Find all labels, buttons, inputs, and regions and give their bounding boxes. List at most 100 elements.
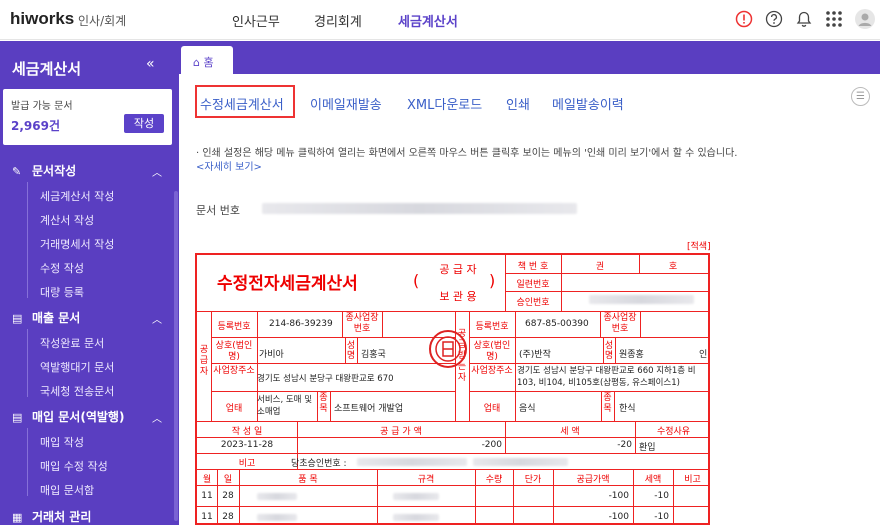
serial-label: 일련번호	[516, 280, 550, 290]
app-logo[interactable]: hiworks	[10, 9, 74, 29]
sidebar-section-label: 거래처 관리	[32, 510, 92, 524]
line-tax-header: 세액	[644, 475, 662, 485]
sidebar: 세금계산서 « 발급 가능 문서 2,969건 작성 ✎ 문서작성 ︿ 세금계산서…	[0, 41, 179, 525]
supplier-item: 소프트웨어 개발업	[334, 404, 404, 414]
alert-icon[interactable]	[735, 10, 753, 28]
subnav-mail-history[interactable]: 메일발송이력	[552, 94, 624, 113]
buyer-branch-label: 종사업장번호	[603, 313, 637, 334]
app-sub-title[interactable]: 인사/회계	[78, 12, 126, 29]
menu-icon[interactable]: ☰	[851, 87, 870, 106]
pencil-icon: ✎	[12, 165, 22, 178]
sidebar-section-label: 매출 문서	[32, 311, 81, 325]
sidebar-item-purchase-box[interactable]: 매입 문서함	[40, 482, 94, 498]
buyer-item-label: 종목	[603, 393, 612, 414]
line-1-item-redacted	[257, 493, 297, 500]
supplier-branch-label: 종사업장번호	[345, 313, 379, 334]
supplier-address: 경기도 성남시 분당구 대왕판교로 670	[257, 374, 394, 384]
supplier-biz-label: 업태	[225, 404, 243, 414]
sidebar-section-write[interactable]: ✎ 문서작성	[12, 162, 76, 179]
summary-supply-header: 공 급 가 액	[380, 427, 422, 437]
sidebar-scrollbar[interactable]	[174, 191, 178, 521]
apps-icon[interactable]	[825, 10, 843, 28]
supplier-rep: 김홍국	[361, 350, 386, 360]
line-supply-header: 공급가액	[576, 475, 610, 485]
summary-reason-header: 수정사유	[656, 427, 691, 437]
write-button[interactable]: 작성	[124, 114, 164, 133]
supplier-rep-label: 성명	[346, 341, 356, 361]
sidebar-item-purchase-modify[interactable]: 매입 수정 작성	[40, 458, 108, 474]
chevron-up-icon[interactable]: ︿	[152, 410, 162, 425]
note-redacted-2	[473, 458, 568, 466]
line-day-header: 일	[223, 475, 233, 485]
sidebar-section-partners[interactable]: ▦ 거래처 관리	[12, 508, 91, 525]
print-info-text: · 인쇄 설정은 해당 메뉴 클릭하여 열리는 화면에서 오른쪽 마우스 버튼 …	[196, 148, 738, 159]
subnav-resend-email[interactable]: 이메일재발송	[310, 94, 382, 113]
bell-icon[interactable]	[795, 10, 813, 28]
tree-line	[27, 329, 28, 397]
summary-tax-header: 세 액	[560, 427, 580, 437]
sidebar-item-modify-write[interactable]: 수정 작성	[40, 260, 84, 276]
sidebar-section-label: 문서작성	[32, 164, 77, 178]
supplier-item-label: 종목	[319, 393, 328, 414]
detail-link[interactable]: <자세히 보기>	[196, 162, 262, 173]
supplier-reg-label: 등록번호	[217, 322, 251, 332]
subnav-xml-download[interactable]: XML다운로드	[407, 94, 482, 113]
line-1-supply: -100	[608, 491, 629, 501]
building-icon: ▦	[12, 511, 23, 524]
line-2-item-redacted	[257, 514, 297, 521]
summary-date: 2023-11-28	[220, 440, 274, 450]
sidebar-item-bulk-register[interactable]: 대량 등록	[40, 284, 84, 300]
line-note-header: 비고	[684, 475, 701, 485]
print-info: · 인쇄 설정은 해당 메뉴 클릭하여 열리는 화면에서 오른쪽 마우스 버튼 …	[196, 147, 866, 175]
role-keep: 보 관 용	[439, 290, 477, 303]
subnav-modified-invoice[interactable]: 수정세금계산서	[200, 94, 284, 113]
nav-accounting[interactable]: 경리회계	[314, 11, 362, 30]
sidebar-item-invoice-write[interactable]: 계산서 작성	[40, 212, 94, 228]
sidebar-item-tax-invoice-write[interactable]: 세금계산서 작성	[40, 188, 114, 204]
buyer-seal-mark: 인	[699, 350, 708, 360]
supplier-name: 가비아	[259, 350, 284, 360]
top-bar: hiworks 인사/회계 인사근무 경리회계 세금계산서	[0, 0, 880, 40]
summary-date-header: 작 성 일	[231, 427, 263, 437]
tree-line	[27, 428, 28, 496]
sidebar-item-nts-sent[interactable]: 국세청 전송문서	[40, 383, 114, 399]
buyer-reg-label: 등록번호	[475, 322, 509, 332]
supplier-addr-label: 사업장주소	[213, 366, 255, 376]
line-2-supply: -100	[608, 512, 629, 522]
avatar[interactable]	[855, 9, 875, 29]
approval-label: 승인번호	[516, 298, 550, 308]
tab-home[interactable]: ⌂ 홈	[181, 46, 233, 74]
sidebar-item-reverse-pending[interactable]: 역발행대기 문서	[40, 359, 114, 375]
buyer-rep-label: 성명	[604, 341, 614, 361]
line-price-header: 단가	[524, 475, 542, 485]
sidebar-section-sales[interactable]: ▤ 매출 문서	[12, 309, 80, 326]
sidebar-section-purchase[interactable]: ▤ 매입 문서(역발행)	[12, 408, 124, 425]
supplier-reg-number: 214-86-39239	[269, 319, 333, 329]
buyer-rep: 원종홍	[619, 350, 644, 360]
invoice-title: 수정전자세금계산서	[217, 274, 358, 294]
line-2-day: 28	[222, 512, 234, 522]
invoice-form: 수정전자세금계산서 ( 공 급 자 보 관 용 ) 책 번 호 일련번호 승인번…	[195, 253, 710, 525]
doc-number-redacted	[262, 203, 577, 214]
issuable-count: 2,969건	[11, 119, 60, 133]
subnav-print[interactable]: 인쇄	[506, 94, 530, 113]
sidebar-item-purchase-write[interactable]: 매입 작성	[40, 434, 84, 450]
line-qty-header: 수량	[485, 475, 503, 485]
nav-hr[interactable]: 인사근무	[232, 11, 280, 30]
sidebar-item-completed[interactable]: 작성완료 문서	[40, 335, 104, 351]
buyer-name: (주)반작	[519, 350, 551, 360]
sidebar-title: 세금계산서	[12, 60, 82, 78]
tab-home-label: 홈	[203, 56, 214, 69]
line-1-spec-redacted	[393, 493, 439, 500]
sidebar-collapse-button[interactable]: «	[146, 56, 155, 72]
help-icon[interactable]	[765, 10, 783, 28]
line-1-tax: -10	[654, 491, 669, 501]
sidebar-item-statement-write[interactable]: 거래명세서 작성	[40, 236, 114, 252]
nav-tax-invoice[interactable]: 세금계산서	[398, 11, 458, 30]
book-label: 책 번 호	[517, 262, 549, 272]
chevron-up-icon[interactable]: ︿	[152, 164, 162, 179]
tab-bar: ⌂ 홈	[179, 41, 880, 74]
sidebar-section-label: 매입 문서(역발행)	[32, 410, 125, 424]
line-1-month: 11	[201, 491, 213, 501]
chevron-up-icon[interactable]: ︿	[152, 311, 162, 326]
